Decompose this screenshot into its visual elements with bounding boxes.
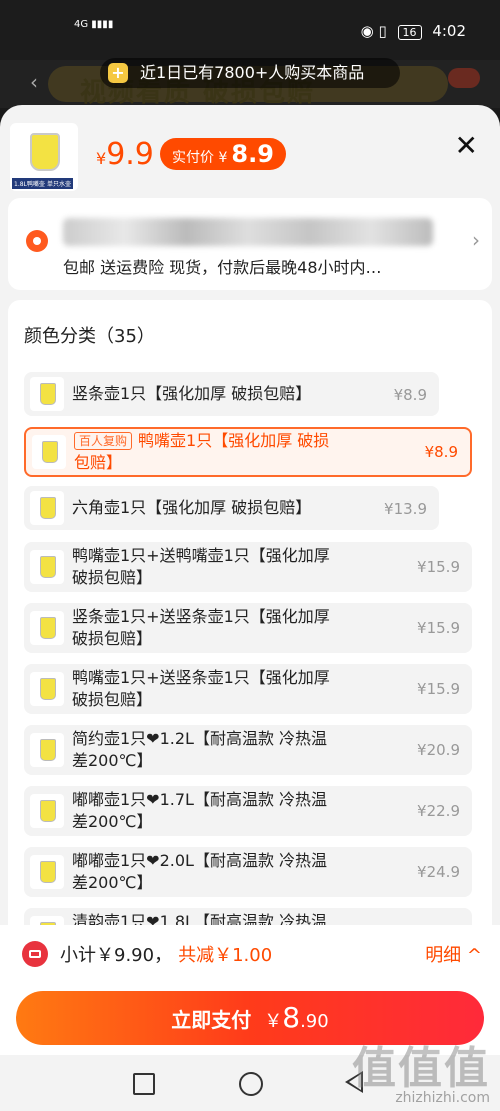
- option-thumbnail: [30, 491, 64, 525]
- option-thumbnail: [30, 377, 64, 411]
- option-label: 六角壶1只【强化加厚 破损包赔】: [72, 498, 312, 517]
- option-price: ¥22.9: [417, 802, 460, 820]
- option-price: ¥24.9: [417, 863, 460, 881]
- option-label: 百人复购 鸭嘴壶1只【强化加厚 破损 包赔】: [74, 431, 330, 472]
- repurchase-badge: 百人复购: [74, 432, 133, 450]
- option-thumbnail: [32, 435, 66, 469]
- option-thumbnail: [30, 611, 64, 645]
- option-item[interactable]: 六角壶1只【强化加厚 破损包赔】 ¥13.9: [24, 486, 439, 530]
- more-menu-icon: [448, 68, 480, 88]
- option-label: 简约壶1只❤1.2L【耐高温款 冷热温 差200℃】: [72, 729, 328, 770]
- option-thumbnail: [30, 733, 64, 767]
- option-label: 竖条壶1只+送竖条壶1只【强化加厚 破损包赔】: [72, 607, 330, 648]
- sku-sheet: 1.8L鸭嘴壶 单只水壶 ¥9.9 实付价 ¥8.9 ✕ 包邮 送运费险 现货，…: [0, 105, 500, 1111]
- network-indicator: 4G ▮▮▮▮: [74, 19, 114, 30]
- home-button[interactable]: [239, 1072, 263, 1096]
- close-icon[interactable]: ✕: [455, 129, 478, 162]
- option-label: 嘟嘟壶1只❤2.0L【耐高温款 冷热温 差200℃】: [72, 851, 328, 892]
- image-tag-left: 1.8L鸭嘴壶: [12, 178, 47, 189]
- purchase-notice: + 近1日已有7800+人购买本商品: [100, 58, 400, 88]
- option-price: ¥13.9: [384, 500, 427, 518]
- option-price: ¥15.9: [417, 558, 460, 576]
- address-card[interactable]: 包邮 送运费险 现货，付款后最晚48小时内… ›: [8, 198, 492, 290]
- shipping-info: 包邮 送运费险 现货，付款后最晚48小时内…: [63, 258, 382, 277]
- option-price: ¥20.9: [417, 741, 460, 759]
- actual-price-pill: 实付价 ¥8.9: [160, 138, 286, 170]
- subtotal: 小计￥9.90， 共减￥1.00: [60, 945, 273, 966]
- option-thumbnail: [30, 550, 64, 584]
- option-item-selected[interactable]: 百人复购 鸭嘴壶1只【强化加厚 破损 包赔】 ¥8.9: [24, 427, 472, 477]
- recent-apps-button[interactable]: [133, 1073, 155, 1095]
- option-price: ¥15.9: [417, 680, 460, 698]
- status-right: ◉ ▯ 16 4:02: [361, 22, 466, 40]
- watermark: 值值值 zhizhizhi.com: [352, 1043, 490, 1106]
- option-label: 竖条壶1只【强化加厚 破损包赔】: [72, 384, 312, 403]
- option-price: ¥15.9: [417, 619, 460, 637]
- option-label: 嘟嘟壶1只❤1.7L【耐高温款 冷热温 差200℃】: [72, 790, 328, 831]
- notice-text: 近1日已有7800+人购买本商品: [140, 63, 365, 82]
- option-label: 鸭嘴壶1只+送鸭嘴壶1只【强化加厚 破损包赔】: [72, 546, 330, 587]
- option-thumbnail: [30, 672, 64, 706]
- plus-shield-icon: +: [108, 63, 128, 83]
- option-item[interactable]: 嘟嘟壶1只❤1.7L【耐高温款 冷热温 差200℃】 ¥22.9: [24, 786, 472, 836]
- option-item[interactable]: 简约壶1只❤1.2L【耐高温款 冷热温 差200℃】 ¥20.9: [24, 725, 472, 775]
- status-bar: 4G ▮▮▮▮ ◉ ▯ 16 4:02: [0, 0, 500, 60]
- location-pin-icon: [26, 230, 48, 252]
- product-image[interactable]: 1.8L鸭嘴壶 单只水壶: [10, 123, 78, 191]
- option-item[interactable]: 嘟嘟壶1只❤2.0L【耐高温款 冷热温 差200℃】 ¥24.9: [24, 847, 472, 897]
- battery-icon: 16: [397, 25, 422, 40]
- option-item[interactable]: 竖条壶1只【强化加厚 破损包赔】 ¥8.9: [24, 372, 439, 416]
- eye-icon: ◉: [360, 22, 374, 40]
- option-label: 鸭嘴壶1只+送竖条壶1只【强化加厚 破损包赔】: [72, 668, 330, 709]
- address-redacted: [63, 218, 433, 246]
- jug-image: [30, 133, 60, 171]
- detail-toggle[interactable]: 明细 ^: [425, 941, 482, 967]
- options-title: 颜色分类（35）: [24, 326, 155, 347]
- coupon-icon: [22, 941, 48, 967]
- chevron-right-icon: ›: [472, 228, 480, 252]
- option-thumbnail: [30, 794, 64, 828]
- option-item[interactable]: 竖条壶1只+送竖条壶1只【强化加厚 破损包赔】 ¥15.9: [24, 603, 472, 653]
- option-item[interactable]: 鸭嘴壶1只+送鸭嘴壶1只【强化加厚 破损包赔】 ¥15.9: [24, 542, 472, 592]
- option-price: ¥8.9: [393, 386, 427, 404]
- option-price: ¥8.9: [424, 443, 458, 461]
- vibrate-icon: ▯: [378, 22, 387, 40]
- clock: 4:02: [432, 22, 466, 40]
- original-price: ¥9.9: [96, 137, 154, 172]
- option-item[interactable]: 鸭嘴壶1只+送竖条壶1只【强化加厚 破损包赔】 ¥15.9: [24, 664, 472, 714]
- back-arrow-icon: ‹: [30, 70, 38, 94]
- color-options-panel: 颜色分类（35） 竖条壶1只【强化加厚 破损包赔】 ¥8.9 百人复购 鸭嘴壶1只…: [8, 300, 492, 940]
- image-tag-right: 单只水壶: [45, 178, 74, 189]
- option-thumbnail: [30, 855, 64, 889]
